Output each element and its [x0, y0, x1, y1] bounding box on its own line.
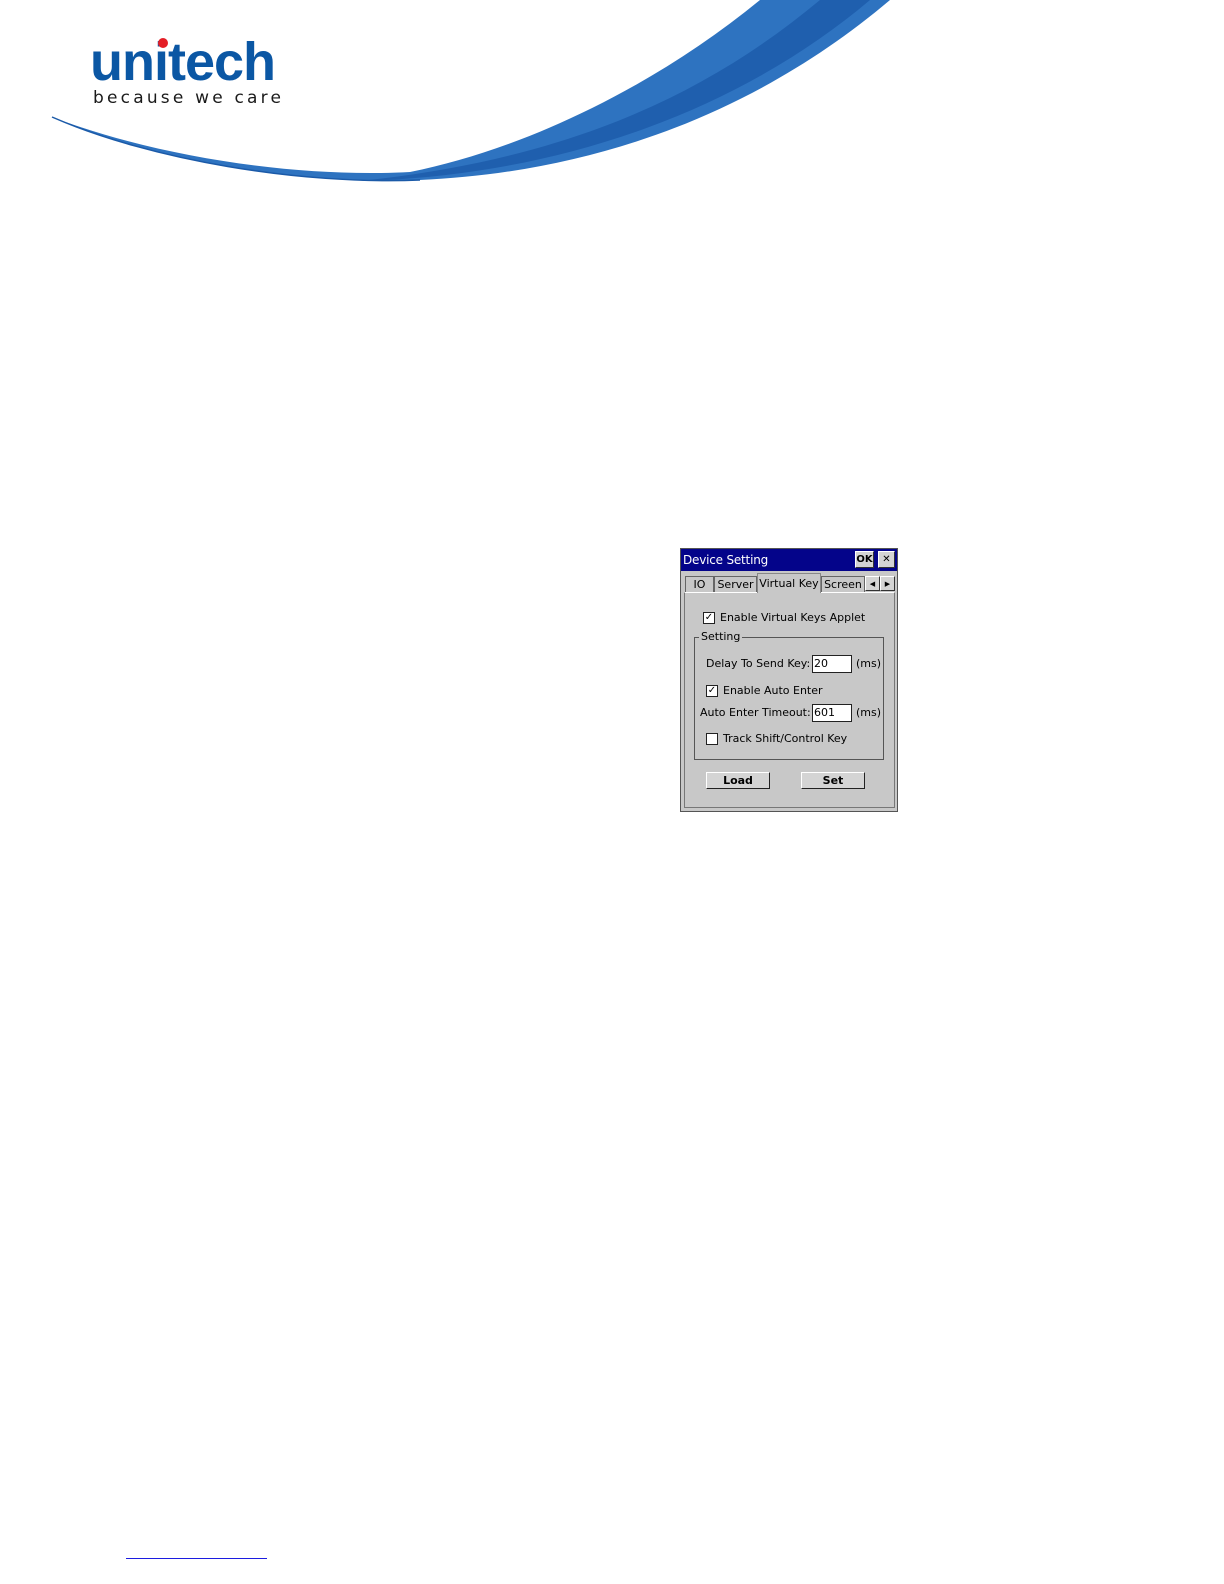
arrow-right-icon: ▶ — [884, 579, 891, 588]
setting-group-label: Setting — [699, 630, 743, 643]
arrow-left-icon: ◀ — [869, 579, 876, 588]
enable-auto-enter-checkbox[interactable]: ✓ — [706, 684, 718, 697]
dialog-title: Device Setting — [683, 553, 769, 567]
enable-virtual-keys-checkbox[interactable]: ✓ — [703, 611, 715, 624]
tab-scroll-left-button[interactable]: ◀ — [865, 576, 880, 591]
close-icon: ✕ — [882, 554, 891, 565]
tab-server[interactable]: Server — [714, 576, 757, 592]
dialog-titlebar: Device Setting OK ✕ — [681, 549, 897, 571]
tab-scroll-right-button[interactable]: ▶ — [880, 576, 895, 591]
delay-unit-label: (ms) — [856, 657, 882, 670]
load-button[interactable]: Load — [706, 772, 770, 789]
tab-virtual-key[interactable]: Virtual Key — [757, 573, 821, 593]
tab-io[interactable]: IO — [685, 576, 714, 592]
virtual-key-panel: ✓ Enable Virtual Keys Applet Setting Del… — [684, 592, 895, 808]
logo-red-dot — [158, 38, 168, 48]
track-shift-control-checkbox[interactable] — [706, 732, 718, 745]
track-shift-control-row[interactable]: Track Shift/Control Key — [706, 732, 847, 745]
check-icon: ✓ — [704, 611, 714, 623]
delay-to-send-key-label: Delay To Send Key: — [706, 657, 811, 670]
tab-screen[interactable]: Screen — [821, 576, 865, 592]
auto-enter-timeout-label: Auto Enter Timeout: — [700, 706, 811, 719]
delay-to-send-key-input[interactable]: 20 — [812, 655, 852, 673]
enable-auto-enter-label: Enable Auto Enter — [723, 684, 823, 697]
close-button[interactable]: ✕ — [878, 551, 895, 568]
tab-strip: IO Server Virtual Key Screen ◀ ▶ — [684, 573, 895, 593]
timeout-unit-label: (ms) — [856, 706, 882, 719]
footer-link-underline — [126, 1558, 267, 1559]
logo-wordmark: unitech — [90, 32, 276, 92]
track-shift-control-label: Track Shift/Control Key — [723, 732, 848, 745]
check-icon: ✓ — [707, 684, 717, 696]
auto-enter-timeout-input[interactable]: 601 — [812, 704, 852, 722]
device-setting-dialog: Device Setting OK ✕ IO Server Virtual Ke… — [680, 548, 898, 812]
enable-virtual-keys-row[interactable]: ✓ Enable Virtual Keys Applet — [703, 611, 865, 624]
set-button[interactable]: Set — [801, 772, 865, 789]
unitech-logo: unitech because we care — [90, 34, 284, 108]
setting-group: Setting Delay To Send Key: 20 (ms) ✓ Ena… — [694, 630, 884, 760]
enable-auto-enter-row[interactable]: ✓ Enable Auto Enter — [706, 684, 823, 697]
ok-button[interactable]: OK — [855, 551, 874, 568]
enable-virtual-keys-label: Enable Virtual Keys Applet — [720, 611, 866, 624]
